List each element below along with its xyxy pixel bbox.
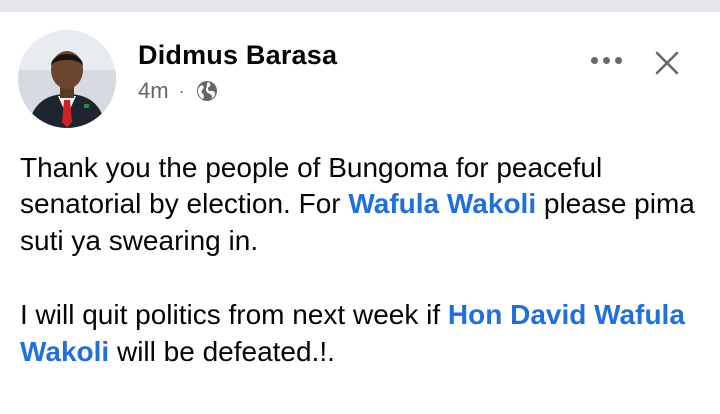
more-dot xyxy=(614,56,622,64)
more-dot xyxy=(602,56,610,64)
post-paragraph: I will quit politics from next week if H… xyxy=(20,297,700,370)
author-name[interactable]: Didmus Barasa xyxy=(138,40,337,71)
post-meta: 4m · xyxy=(138,78,219,104)
top-divider xyxy=(0,0,720,12)
meta-separator: · xyxy=(178,81,185,101)
post-body: Thank you the people of Bungoma for peac… xyxy=(20,150,700,408)
post-paragraph: Thank you the people of Bungoma for peac… xyxy=(20,150,700,259)
post-timestamp[interactable]: 4m xyxy=(138,78,169,104)
close-icon[interactable] xyxy=(652,48,682,78)
avatar-image xyxy=(18,30,116,128)
post-header: Didmus Barasa 4m · xyxy=(0,12,720,128)
globe-icon[interactable] xyxy=(195,79,219,103)
more-options-icon[interactable] xyxy=(584,48,628,72)
avatar[interactable] xyxy=(18,30,116,128)
more-dot xyxy=(590,56,598,64)
post-text: I will quit politics from next week if xyxy=(20,299,448,331)
post-text: will be defeated.!. xyxy=(109,335,335,367)
mention-link[interactable]: Wafula Wakoli xyxy=(348,188,536,219)
